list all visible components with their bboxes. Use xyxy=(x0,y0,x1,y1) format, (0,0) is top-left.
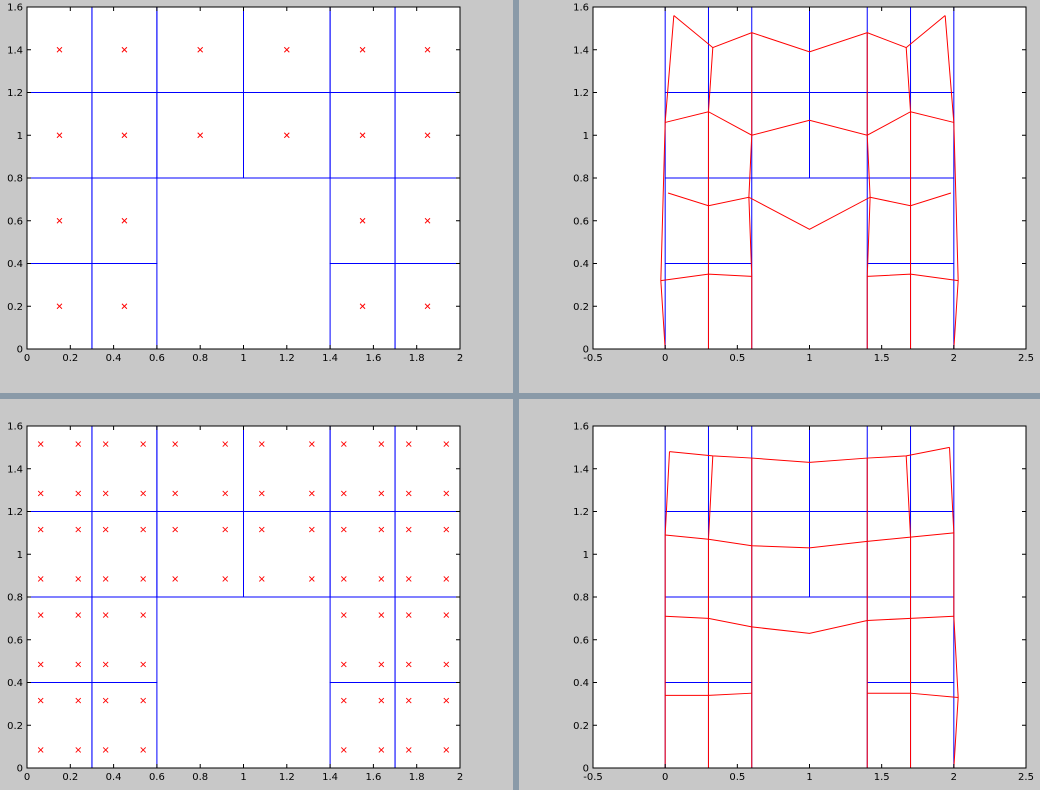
x-tick-label: 0.8 xyxy=(192,772,208,783)
y-tick-label: 1.4 xyxy=(7,464,23,475)
y-tick-label: 1 xyxy=(583,131,589,142)
x-tick-label: 0.5 xyxy=(729,353,745,364)
x-tick-label: 2 xyxy=(951,353,957,364)
x-tick-label: 0.4 xyxy=(106,772,122,783)
y-tick-label: 0.6 xyxy=(573,635,589,646)
y-tick-label: 1.4 xyxy=(573,464,589,475)
y-tick-label: 0.4 xyxy=(573,259,589,270)
y-tick-label: 0.6 xyxy=(573,216,589,227)
x-tick-label: 1.6 xyxy=(365,353,381,364)
x-tick-label: 1 xyxy=(806,772,812,783)
subplot-bottom-left: 0 0.2 0.4 0.6 0.8 1 1.2 1.4 1.6 1.8 2 0 0.2 0.4 0.6 0.8… xyxy=(7,422,463,784)
y-tick-label: 0.6 xyxy=(7,216,23,227)
y-tick-label: 0.2 xyxy=(573,721,589,732)
x-tick-label: 1.8 xyxy=(409,772,425,783)
x-tick-label: 1.5 xyxy=(874,353,890,364)
x-tick-label: 0.5 xyxy=(729,772,745,783)
x-tick-label: 2 xyxy=(457,353,463,364)
y-tick-label: 1.6 xyxy=(7,422,23,433)
x-tick-label: 1 xyxy=(240,353,246,364)
y-tick-label: 1.2 xyxy=(7,507,23,518)
x-tick-label: 1.2 xyxy=(279,772,295,783)
y-tick-label: 1.6 xyxy=(573,422,589,433)
y-tick-label: 1 xyxy=(583,550,589,561)
y-tick-label: 1.6 xyxy=(7,3,23,14)
x-tick-label: 0 xyxy=(24,772,30,783)
x-tick-label: 0.2 xyxy=(62,353,78,364)
x-tick-label: 0 xyxy=(662,353,668,364)
subplot-top-left: 0 0.2 0.4 0.6 0.8 1 1.2 1.4 1.6 1.8 2 0 0.2 0.4 0.6 0.8… xyxy=(7,3,463,365)
x-tick-label: 0.8 xyxy=(192,353,208,364)
y-tick-label: 0.2 xyxy=(7,721,23,732)
x-tick-label: 1.2 xyxy=(279,353,295,364)
subplot-top-right: -0.5 0 0.5 1 1.5 2 2.500.20.40.60.811.21.41.6 xyxy=(573,3,1034,365)
x-tick-label: 2.5 xyxy=(1018,353,1034,364)
x-tick-label: 0.6 xyxy=(149,353,165,364)
x-tick-label: 1.4 xyxy=(322,353,338,364)
x-tick-label: 1.4 xyxy=(322,772,338,783)
x-tick-label: 2.5 xyxy=(1018,772,1034,783)
y-tick-label: 0.2 xyxy=(573,302,589,313)
x-tick-label: 2 xyxy=(457,772,463,783)
y-tick-label: 0.8 xyxy=(573,174,589,185)
y-tick-label: 0 xyxy=(583,764,589,775)
y-tick-label: 0.4 xyxy=(573,678,589,689)
y-tick-label: 1.2 xyxy=(7,88,23,99)
x-tick-label: 0.4 xyxy=(106,353,122,364)
x-tick-label: 1 xyxy=(240,772,246,783)
figure-canvas: 0 0.2 0.4 0.6 0.8 1 1.2 1.4 1.6 1.8 2 0 0.2 0.4 0.6 0.8… xyxy=(0,0,1040,790)
x-tick-label: 0.2 xyxy=(62,772,78,783)
y-tick-label: 0.8 xyxy=(7,593,23,604)
x-tick-label: 1.8 xyxy=(409,353,425,364)
y-tick-label: 0.4 xyxy=(7,259,23,270)
y-tick-label: 1.4 xyxy=(7,45,23,56)
y-tick-label: 0.4 xyxy=(7,678,23,689)
subplot-bottom-right: -0.5 0 0.5 1 1.5 2 2.500.20.40.60.811.21.41.6 xyxy=(573,422,1034,784)
x-tick-label: 0 xyxy=(24,353,30,364)
y-tick-label: 0 xyxy=(17,764,23,775)
divider-horizontal[interactable] xyxy=(0,393,1040,399)
y-tick-label: 0 xyxy=(583,345,589,356)
y-tick-label: 0.6 xyxy=(7,635,23,646)
x-tick-label: 0.6 xyxy=(149,772,165,783)
x-tick-label: 1.6 xyxy=(365,772,381,783)
x-tick-label: 0 xyxy=(662,772,668,783)
y-tick-label: 0.2 xyxy=(7,302,23,313)
y-tick-label: 1 xyxy=(17,550,23,561)
y-tick-label: 1.6 xyxy=(573,3,589,14)
y-tick-label: 0.8 xyxy=(7,174,23,185)
y-tick-label: 1.2 xyxy=(573,88,589,99)
y-tick-label: 1 xyxy=(17,131,23,142)
x-tick-label: 1.5 xyxy=(874,772,890,783)
x-tick-label: 1 xyxy=(806,353,812,364)
x-tick-label: 2 xyxy=(951,772,957,783)
y-tick-label: 1.2 xyxy=(573,507,589,518)
y-tick-label: 0 xyxy=(17,345,23,356)
y-tick-label: 0.8 xyxy=(573,593,589,604)
y-tick-label: 1.4 xyxy=(573,45,589,56)
